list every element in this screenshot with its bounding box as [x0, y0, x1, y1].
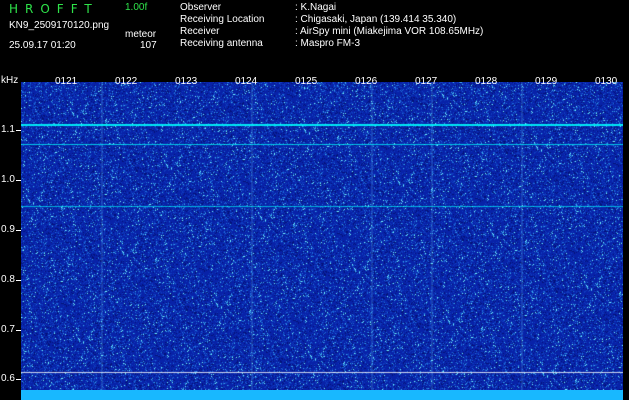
- time-tick-label: 0122: [115, 76, 138, 87]
- time-tick-label: 0128: [475, 76, 498, 87]
- time-tick-label: 0129: [535, 76, 558, 87]
- time-tick-label: 0125: [295, 76, 318, 87]
- time-tick-label: 0124: [235, 76, 258, 87]
- freq-tick-label: 0.6: [1, 373, 15, 384]
- app-title: HROFFT: [9, 2, 99, 16]
- freq-tick-label: 0.7: [1, 324, 15, 335]
- freq-tick-label: 1.1: [1, 124, 15, 135]
- datetime-label: 25.09.17 01:20: [9, 40, 76, 51]
- freq-tick-mark: [16, 280, 21, 281]
- time-tick-label: 0121: [55, 76, 78, 87]
- freq-tick-mark: [16, 379, 21, 380]
- app-version: 1.00f: [125, 2, 148, 13]
- frequency-unit-label: kHz: [1, 75, 19, 86]
- freq-tick-label: 0.8: [1, 274, 15, 285]
- spectrogram-bottom-bar: [21, 390, 623, 400]
- count-label: 107: [140, 40, 157, 51]
- station-info: Observer : K.Nagai Receiving Location : …: [180, 3, 483, 51]
- freq-tick-mark: [16, 230, 21, 231]
- info-value: : Maspro FM-3: [295, 38, 361, 49]
- time-axis: 0121 0122 0123 0124 0125 0126 0127 0128 …: [21, 76, 623, 90]
- file-name: KN9_2509170120.png: [9, 20, 110, 31]
- freq-tick-label: 1.0: [1, 174, 15, 185]
- time-tick-label: 0130: [595, 76, 618, 87]
- time-tick-label: 0127: [415, 76, 438, 87]
- spectrogram-canvas: [21, 82, 623, 390]
- freq-tick-mark: [16, 330, 21, 331]
- freq-tick-mark: [16, 130, 21, 131]
- antenna-row: Receiving antenna : Maspro FM-3: [180, 39, 483, 51]
- info-key: Receiving antenna: [180, 38, 263, 49]
- spectrogram-plot: [21, 82, 623, 390]
- freq-tick-mark: [16, 180, 21, 181]
- freq-tick-label: 0.9: [1, 224, 15, 235]
- time-tick-label: 0126: [355, 76, 378, 87]
- mode-label: meteor: [125, 29, 157, 40]
- time-tick-label: 0123: [175, 76, 198, 87]
